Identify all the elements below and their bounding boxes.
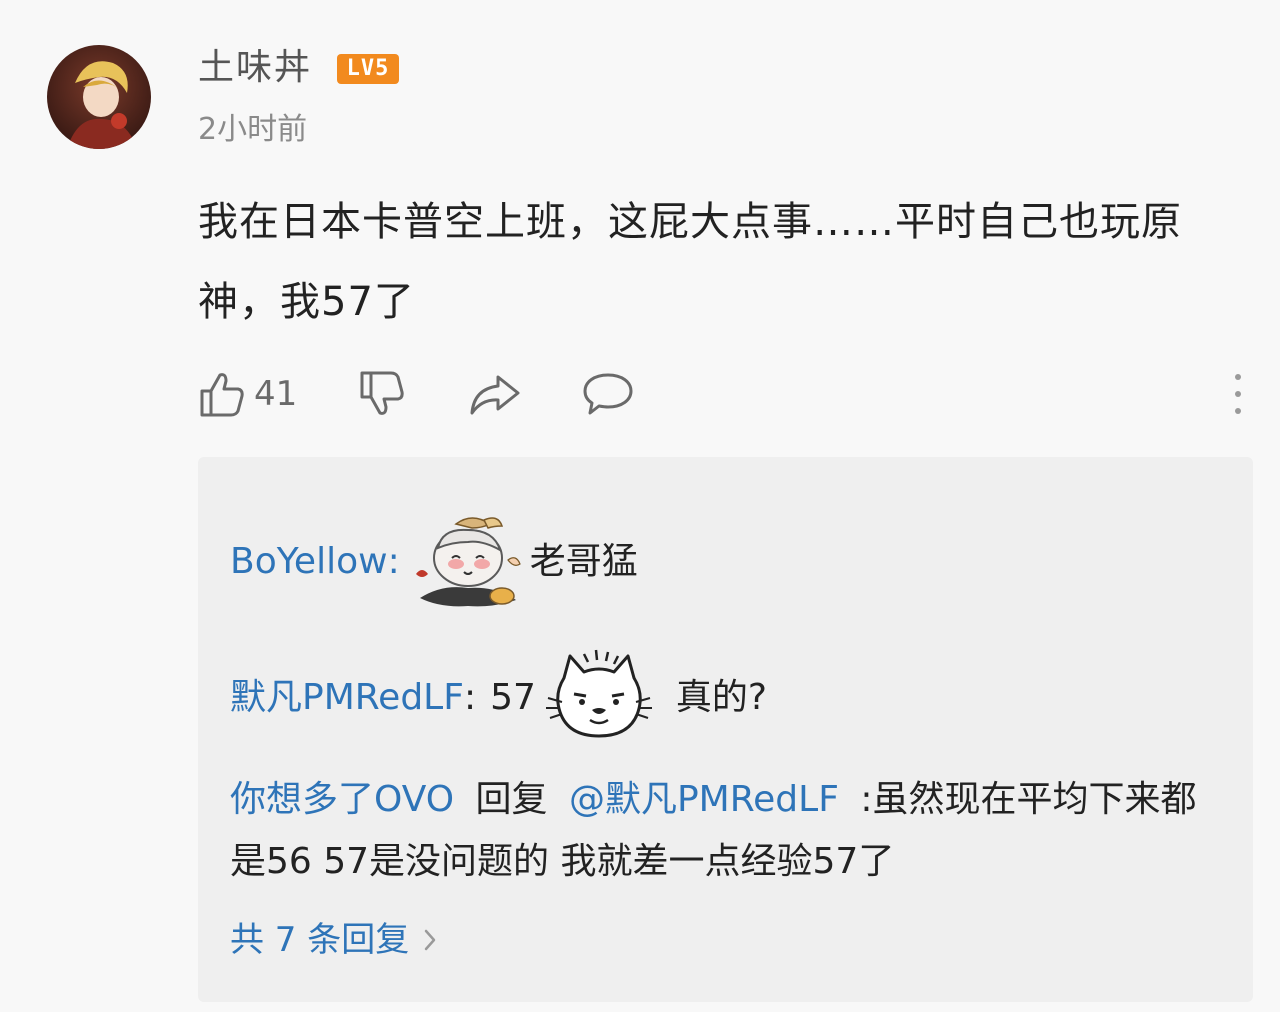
chevron-right-icon [425, 929, 436, 951]
replies-panel: BoYellow : 老哥猛 默凡PMRedLF : 57 真的? 你想多了OV… [198, 457, 1253, 1002]
more-replies-link[interactable]: 共 7 条回复 [230, 915, 437, 965]
thumbs-up-icon [200, 373, 244, 417]
avatar[interactable] [47, 45, 151, 149]
comment-card: 土味丼 LV5 2小时前 我在日本卡普空上班，这屁大点事……平时自己也玩原神，我… [0, 0, 1280, 1012]
paimon-sticker [415, 517, 521, 607]
action-bar: 41 [198, 364, 1258, 424]
reply-item: 你想多了OVO 回复 @默凡PMRedLF :虽然现在平均下来都是56 57是没… [230, 769, 1210, 893]
timestamp: 2小时前 [198, 112, 308, 147]
like-count: 41 [254, 374, 298, 414]
share-icon [470, 375, 520, 415]
reply-mention[interactable]: @默凡PMRedLF [569, 779, 839, 820]
reply-author[interactable]: 你想多了OVO [230, 779, 454, 820]
more-replies-label: 共 7 条回复 [230, 920, 410, 960]
comment-icon [583, 373, 633, 415]
thumbs-down-icon [360, 371, 404, 415]
cat-face-sticker [545, 649, 652, 738]
reply-text: 真的? [675, 677, 767, 718]
share-button[interactable] [468, 364, 522, 424]
avatar-image [47, 45, 151, 149]
reply-word: 回复 [475, 779, 548, 820]
reply-text: 老哥猛 [529, 541, 638, 582]
reply-author[interactable]: BoYellow [230, 533, 388, 591]
comment-text: 我在日本卡普空上班，这屁大点事……平时自己也玩原神，我57了 [198, 199, 1182, 325]
reply-author[interactable]: 默凡PMRedLF [230, 669, 464, 727]
reply-text-prefix: 57 [490, 677, 536, 718]
username[interactable]: 土味丼 [198, 44, 312, 92]
reply-button[interactable] [582, 364, 634, 424]
reply-separator: : [463, 677, 477, 718]
more-icon[interactable] [1230, 374, 1246, 414]
dislike-button[interactable] [358, 364, 406, 424]
reply-item: 默凡PMRedLF : 57 真的? [230, 643, 767, 753]
reply-item: BoYellow : 老哥猛 [230, 507, 638, 617]
like-button[interactable]: 41 [198, 364, 297, 424]
reply-separator: : [387, 541, 400, 582]
level-badge: LV5 [337, 54, 399, 84]
